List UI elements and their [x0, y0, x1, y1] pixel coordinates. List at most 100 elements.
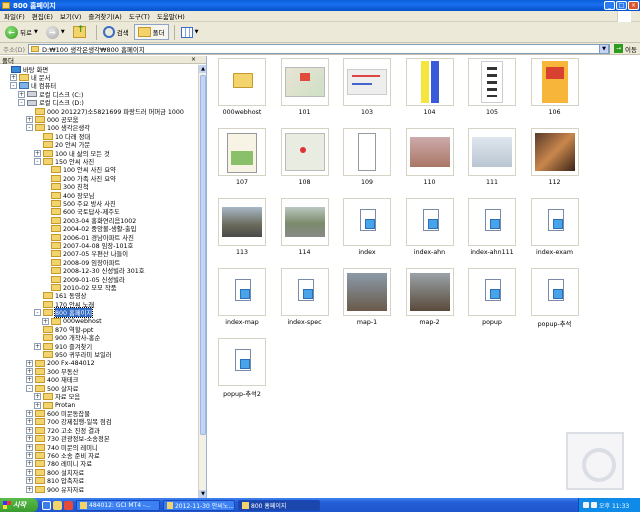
- tree-item[interactable]: +760 소송 준비 자료: [26, 451, 100, 460]
- tree-item[interactable]: 870 역할-ppt: [34, 325, 93, 334]
- file-item[interactable]: 111: [461, 128, 523, 198]
- expand-icon[interactable]: +: [26, 367, 33, 375]
- tree-item[interactable]: +720 고소 진정 결과: [26, 426, 100, 435]
- collapse-icon[interactable]: -: [26, 384, 33, 392]
- file-item[interactable]: index-ahn111: [461, 198, 523, 268]
- collapse-icon[interactable]: -: [10, 82, 17, 90]
- folders-button[interactable]: 폴더: [133, 24, 169, 40]
- expand-icon[interactable]: +: [10, 73, 17, 81]
- task-item-1[interactable]: 484012: GCI MT4 -...: [76, 499, 160, 511]
- expand-icon[interactable]: +: [26, 443, 33, 451]
- menu-help[interactable]: 도움말(H): [157, 11, 185, 21]
- app-icon[interactable]: [64, 500, 73, 510]
- collapse-icon[interactable]: -: [26, 124, 33, 132]
- tree-item[interactable]: +800 설치자료: [26, 468, 84, 477]
- tree-item[interactable]: +700 강제집행-일목 점검: [26, 418, 112, 426]
- menu-tools[interactable]: 도구(T): [129, 11, 150, 21]
- expand-icon[interactable]: +: [26, 426, 33, 434]
- tree-item[interactable]: 10 다래 정대: [34, 132, 90, 141]
- tree-item[interactable]: +000webhost: [42, 317, 102, 325]
- file-item[interactable]: 112: [524, 128, 586, 198]
- menu-view[interactable]: 보기(V): [60, 11, 81, 21]
- scroll-thumb[interactable]: [200, 75, 206, 435]
- expand-icon[interactable]: +: [26, 115, 33, 123]
- tree-item[interactable]: 100 안씨 사진 요약: [42, 166, 116, 174]
- tree-item[interactable]: +910 즐겨찾기: [34, 342, 92, 351]
- expand-icon[interactable]: +: [18, 90, 25, 98]
- tree-item[interactable]: +300 부동산: [26, 367, 78, 376]
- tree-item[interactable]: 2009-01-05 신성빌라: [42, 275, 125, 284]
- tree-item[interactable]: -내 컴퓨터: [10, 82, 56, 90]
- file-item[interactable]: 113: [211, 198, 273, 268]
- file-item[interactable]: 101: [274, 58, 336, 128]
- scroll-up-button[interactable]: ▲: [199, 65, 206, 73]
- address-input[interactable]: D:₩100 생각은생각₩800 홈페이지 ▼: [28, 43, 611, 54]
- title-bar[interactable]: 800 홈페이지 _ □ ×: [0, 0, 640, 11]
- tree-item[interactable]: +810 압축자료: [26, 477, 84, 485]
- forward-button[interactable]: → ▼: [43, 24, 68, 40]
- tree-item[interactable]: +900 유자자료: [26, 485, 84, 494]
- menu-edit[interactable]: 편집(E): [32, 11, 53, 21]
- back-button[interactable]: ← 뒤로 ▼: [2, 24, 41, 40]
- chevron-down-icon[interactable]: ▼: [61, 29, 65, 35]
- minimize-button[interactable]: _: [604, 1, 615, 10]
- tree-item[interactable]: 2004-02 중앙볼-생활-출입: [42, 225, 136, 233]
- tree-item[interactable]: 2003-04 홍화연리음1002: [42, 216, 136, 225]
- expand-icon[interactable]: +: [26, 376, 33, 384]
- file-item[interactable]: 106: [524, 58, 586, 128]
- tree-item[interactable]: 400 장모님: [42, 191, 94, 200]
- tree-item[interactable]: +000 공모움: [26, 115, 78, 124]
- tree-item[interactable]: 170 안씨 노래: [34, 300, 94, 309]
- folder-item[interactable]: 000webhost: [211, 58, 273, 128]
- tree-item[interactable]: 2008-12-30 신성빌라 301호: [42, 267, 145, 275]
- tree-item[interactable]: +400 재테크: [26, 376, 78, 384]
- tree-item[interactable]: 300 친척: [42, 183, 89, 191]
- close-pane-button[interactable]: ×: [191, 56, 196, 63]
- tree-item[interactable]: 20 안씨 가문: [34, 141, 90, 149]
- file-item[interactable]: popup-추석2: [211, 338, 273, 408]
- tree-item[interactable]: + 내 문서: [10, 73, 50, 82]
- file-item[interactable]: map-1: [336, 268, 398, 338]
- search-button[interactable]: 검색: [100, 24, 132, 40]
- file-item[interactable]: 107: [211, 128, 273, 198]
- explorer-icon[interactable]: [53, 500, 62, 510]
- views-button[interactable]: ▼: [178, 24, 202, 40]
- tree-item[interactable]: + 로컬 디스크 (C:): [18, 90, 83, 99]
- tree-item[interactable]: +600 미문동잡물: [26, 409, 90, 418]
- expand-icon[interactable]: +: [26, 435, 33, 443]
- tree-item[interactable]: -100 생각은생각: [26, 124, 90, 132]
- file-item[interactable]: index-ahn: [399, 198, 461, 268]
- file-item[interactable]: 110: [399, 128, 461, 198]
- tree-item[interactable]: 600 국토답사-제주도: [42, 208, 120, 216]
- file-item[interactable]: index-map: [211, 268, 273, 338]
- tree-item[interactable]: +100 내 삶의 모든 것: [34, 149, 110, 158]
- expand-icon[interactable]: +: [26, 477, 33, 485]
- go-button[interactable]: → 이동: [614, 44, 637, 54]
- file-item[interactable]: 114: [274, 198, 336, 268]
- tree-item[interactable]: + Protan: [34, 401, 75, 409]
- expand-icon[interactable]: +: [34, 401, 41, 409]
- tree-item[interactable]: 2007-04-08 임장-101호: [42, 241, 133, 250]
- file-item[interactable]: 108: [274, 128, 336, 198]
- expand-icon[interactable]: +: [26, 409, 33, 417]
- file-item[interactable]: index: [336, 198, 398, 268]
- tree-item[interactable]: 200 가족 사진 요약: [42, 174, 116, 183]
- expand-icon[interactable]: +: [26, 460, 33, 468]
- tree-item[interactable]: 2010-02 모모 작품: [42, 283, 117, 292]
- tree-item[interactable]: 2006-01 경남아파트 사진: [42, 233, 134, 242]
- collapse-icon[interactable]: -: [18, 99, 25, 107]
- file-item[interactable]: 105: [461, 58, 523, 128]
- tree-item[interactable]: 900 개작사-홍순: [34, 334, 100, 342]
- file-item[interactable]: 109: [336, 128, 398, 198]
- up-folder-button[interactable]: [70, 24, 91, 40]
- collapse-icon[interactable]: -: [34, 309, 41, 317]
- expand-icon[interactable]: +: [26, 468, 33, 476]
- expand-icon[interactable]: +: [26, 451, 33, 459]
- tree-item[interactable]: +730 관광정보-소송정본: [26, 435, 110, 443]
- tree-item[interactable]: 000 201227)소5821699 파랑드러 머머금 1000: [26, 107, 184, 116]
- tree-item[interactable]: 바탕 화면: [2, 65, 48, 74]
- start-button[interactable]: 시작: [0, 498, 38, 512]
- collapse-icon[interactable]: -: [34, 157, 41, 165]
- tray-icon[interactable]: [583, 502, 589, 508]
- chevron-down-icon[interactable]: ▼: [34, 29, 38, 35]
